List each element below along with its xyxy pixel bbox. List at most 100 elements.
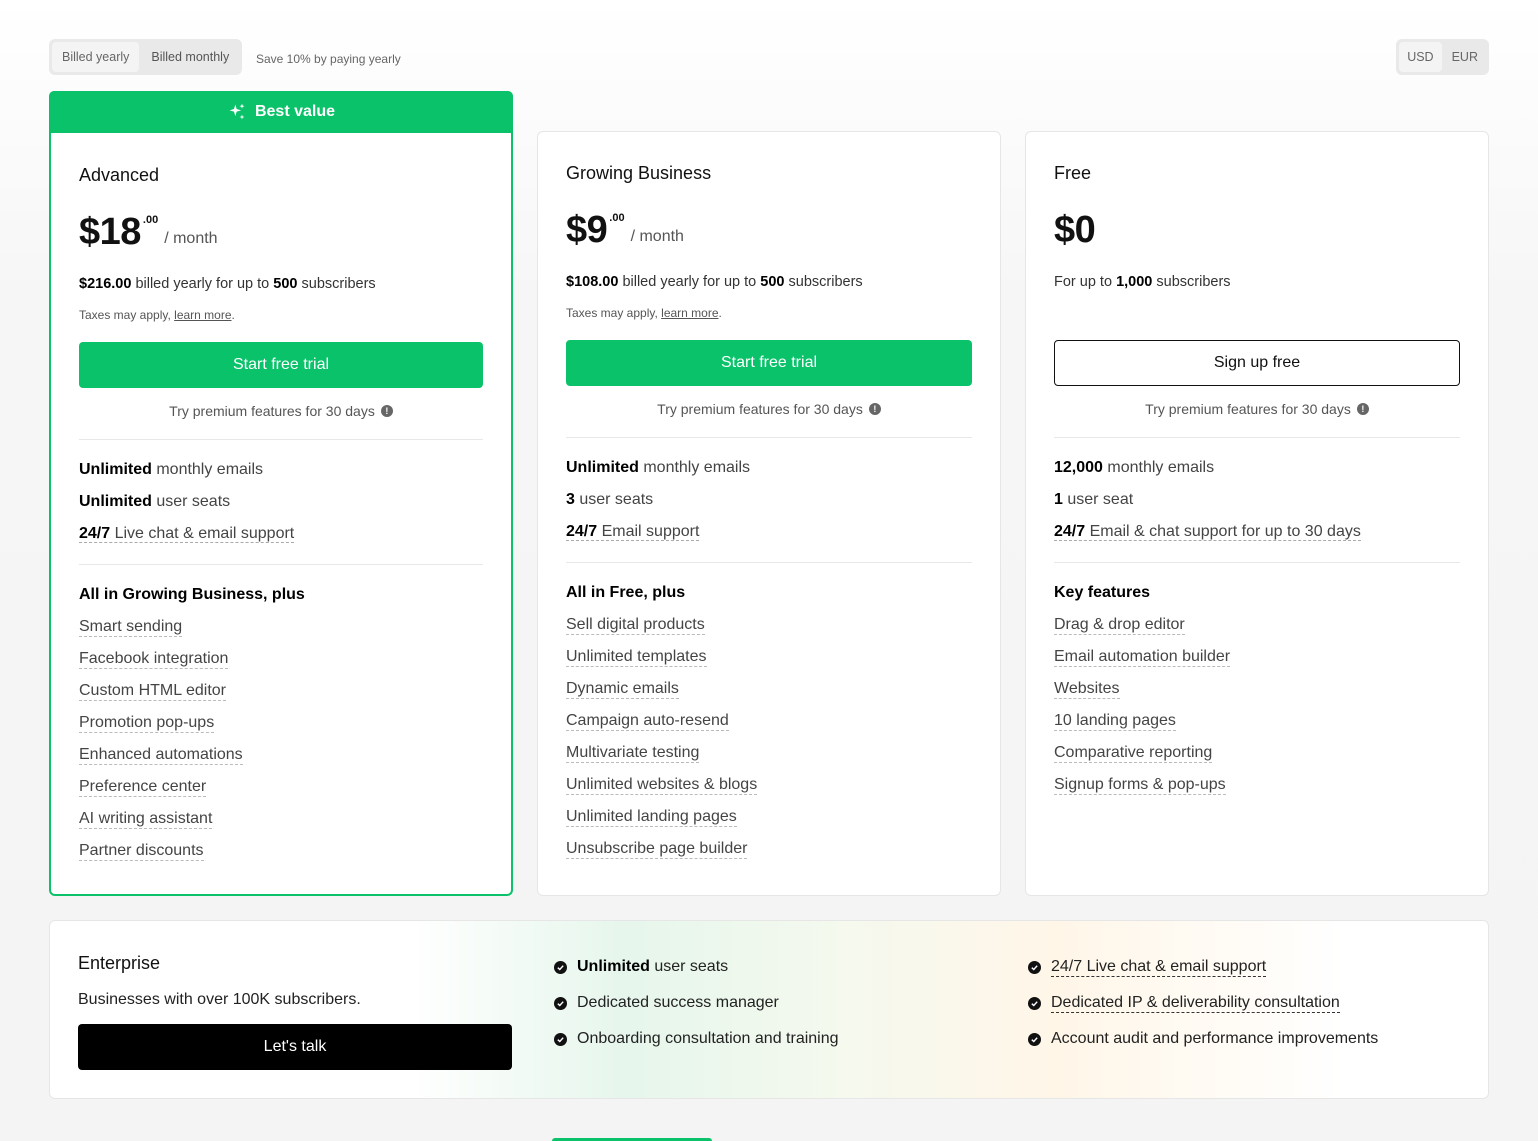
enterprise-feature: Onboarding consultation and training [554, 1021, 839, 1057]
enterprise-title: Enterprise [78, 953, 161, 973]
enterprise-feature[interactable]: Dedicated IP & deliverability consultati… [1028, 985, 1378, 1021]
billed-monthly-option[interactable]: Billed monthly [141, 42, 239, 72]
plan-name: Free [1054, 163, 1092, 183]
sign-up-free-button[interactable]: Sign up free [1054, 340, 1460, 386]
plan-card-growing-business: Growing Business $9 .00 / month $108.00 … [537, 131, 1001, 896]
best-value-banner: Best value [49, 91, 513, 133]
subscriber-limit: For up to 1,000 subscribers [1054, 274, 1231, 290]
info-icon[interactable]: ! [380, 405, 393, 417]
premium-note: Try premium features for 30 days! [1054, 401, 1460, 417]
enterprise-panel: Enterprise Businesses with over 100K sub… [49, 920, 1489, 1099]
section-title: Key features [1054, 584, 1151, 601]
section-title: All in Free, plus [566, 584, 686, 601]
list-item[interactable]: Unlimited templates [566, 641, 972, 673]
list-item[interactable]: Partner discounts [79, 835, 483, 867]
enterprise-features-col-2: 24/7 Live chat & email support Dedicated… [1028, 949, 1378, 1057]
billed-summary: $216.00 billed yearly for up to 500 subs… [79, 276, 376, 292]
list-item[interactable]: Campaign auto-resend [566, 705, 972, 737]
list-item[interactable]: Websites [1054, 673, 1460, 705]
list-item[interactable]: Unlimited landing pages [566, 801, 972, 833]
feature-item[interactable]: 24/7 Email support [566, 516, 972, 548]
included-list: Key features Drag & drop editor Email au… [1054, 577, 1460, 801]
price-period: / month [164, 230, 218, 247]
feature-item: 1 user seat [1054, 491, 1134, 508]
feature-item[interactable]: 24/7 Live chat & email support [79, 518, 483, 550]
billed-yearly-option[interactable]: Billed yearly [52, 42, 140, 72]
enterprise-feature: Dedicated success manager [554, 985, 839, 1021]
info-icon[interactable]: ! [1356, 403, 1369, 415]
top-bar: Billed yearly Billed monthly Save 10% by… [49, 39, 1489, 75]
check-icon [554, 960, 567, 974]
list-item[interactable]: Preference center [79, 771, 483, 803]
plan-card-free: Free $0 For up to 1,000 subscribers Sign… [1025, 131, 1489, 896]
learn-more-link[interactable]: learn more [661, 306, 718, 320]
enterprise-subtitle: Businesses with over 100K subscribers. [78, 991, 361, 1008]
currency-usd-option[interactable]: USD [1399, 42, 1442, 72]
check-icon [554, 996, 567, 1010]
divider [1054, 562, 1460, 563]
check-icon [1028, 996, 1041, 1010]
plan-name: Advanced [79, 165, 160, 185]
feature-item: Unlimited user seats [79, 493, 231, 510]
feature-item: Unlimited monthly emails [79, 461, 264, 478]
divider [566, 562, 972, 563]
list-item[interactable]: Smart sending [79, 611, 483, 643]
feature-list: Unlimited monthly emails 3 user seats 24… [566, 452, 972, 548]
banner-label: Best value [254, 103, 336, 120]
feature-item: Unlimited monthly emails [566, 459, 751, 476]
list-item[interactable]: Email automation builder [1054, 641, 1460, 673]
list-item[interactable]: Unsubscribe page builder [566, 833, 972, 865]
learn-more-link[interactable]: learn more [174, 308, 231, 322]
enterprise-features-col-1: Unlimited user seats Dedicated success m… [554, 949, 839, 1057]
list-item[interactable]: Dynamic emails [566, 673, 972, 705]
billing-period-toggle[interactable]: Billed yearly Billed monthly [49, 39, 243, 75]
price: $9 .00 / month [566, 210, 972, 254]
divider [1054, 437, 1460, 438]
start-free-trial-button[interactable]: Start free trial [79, 342, 483, 388]
start-free-trial-button[interactable]: Start free trial [566, 340, 972, 386]
info-icon[interactable]: ! [868, 403, 881, 415]
price-amount: $0 [1054, 209, 1096, 251]
list-item[interactable]: Multivariate testing [566, 737, 972, 769]
taxes-note: Taxes may apply, learn more. [79, 308, 235, 322]
lets-talk-button[interactable]: Let's talk [78, 1024, 512, 1070]
list-item[interactable]: AI writing assistant [79, 803, 483, 835]
price-amount: $9 [566, 209, 608, 251]
list-item[interactable]: Drag & drop editor [1054, 609, 1460, 641]
price-period: / month [630, 228, 684, 245]
price-amount: $18 [79, 211, 141, 253]
currency-toggle[interactable]: USD EUR [1396, 39, 1489, 75]
list-item[interactable]: Unlimited websites & blogs [566, 769, 972, 801]
divider [79, 564, 483, 565]
feature-item: 12,000 monthly emails [1054, 459, 1215, 476]
enterprise-feature[interactable]: 24/7 Live chat & email support [1028, 949, 1378, 985]
list-item[interactable]: Custom HTML editor [79, 675, 483, 707]
check-icon [554, 1032, 567, 1046]
list-item[interactable]: Signup forms & pop-ups [1054, 769, 1460, 801]
divider [566, 437, 972, 438]
feature-list: 12,000 monthly emails 1 user seat 24/7 E… [1054, 452, 1460, 548]
check-icon [1028, 1032, 1041, 1046]
list-item[interactable]: Enhanced automations [79, 739, 483, 771]
taxes-note: Taxes may apply, learn more. [566, 306, 722, 320]
list-item[interactable]: Sell digital products [566, 609, 972, 641]
included-list: All in Growing Business, plus Smart send… [79, 579, 483, 867]
list-item[interactable]: Facebook integration [79, 643, 483, 675]
feature-item[interactable]: 24/7 Email & chat support for up to 30 d… [1054, 516, 1460, 548]
enterprise-feature: Unlimited user seats [554, 949, 839, 985]
divider [79, 439, 483, 440]
premium-note: Try premium features for 30 days! [79, 403, 483, 419]
list-item[interactable]: Promotion pop-ups [79, 707, 483, 739]
included-list: All in Free, plus Sell digital products … [566, 577, 972, 865]
plan-name: Growing Business [566, 163, 712, 183]
save-note: Save 10% by paying yearly [256, 52, 401, 66]
list-item[interactable]: Comparative reporting [1054, 737, 1460, 769]
check-icon [1028, 960, 1041, 974]
price-cents: .00 [609, 212, 625, 224]
section-title: All in Growing Business, plus [79, 586, 305, 603]
currency-eur-option[interactable]: EUR [1444, 42, 1486, 72]
billed-summary: $108.00 billed yearly for up to 500 subs… [566, 274, 863, 290]
price-cents: .00 [142, 214, 159, 226]
list-item[interactable]: 10 landing pages [1054, 705, 1460, 737]
premium-note: Try premium features for 30 days! [566, 401, 972, 417]
